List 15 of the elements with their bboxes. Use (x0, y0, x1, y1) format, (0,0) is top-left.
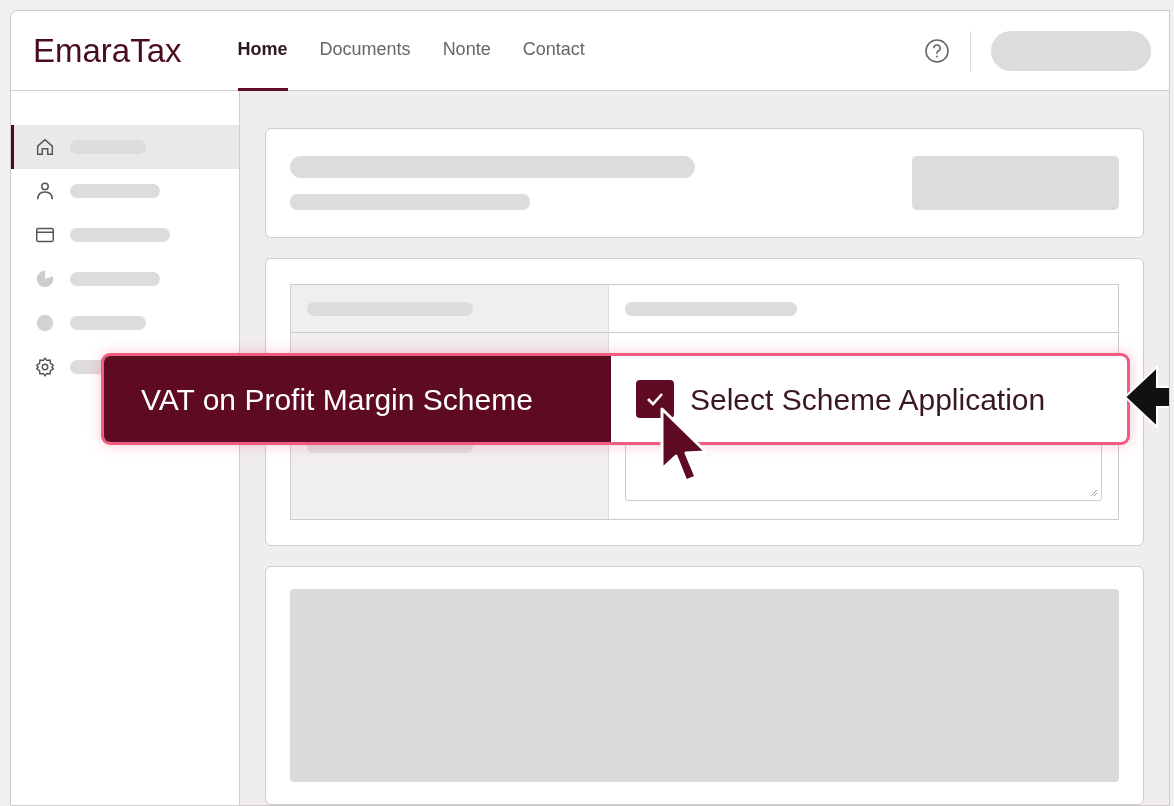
callout-title: VAT on Profit Margin Scheme (104, 356, 611, 442)
brand-logo: EmaraTax (33, 30, 182, 71)
home-icon (34, 136, 56, 158)
resize-grip-icon (1090, 489, 1098, 497)
nav-tab[interactable]: Nonte (442, 11, 491, 91)
checkbox-label: Select Scheme Application (690, 381, 1046, 418)
sidebar-item[interactable] (11, 125, 239, 169)
settings-icon (34, 356, 56, 378)
nav-tab[interactable]: Documents (319, 11, 411, 91)
help-icon[interactable] (924, 37, 950, 64)
person-icon (34, 180, 56, 202)
circle-icon (34, 312, 56, 334)
pie-chart-icon (34, 268, 56, 290)
checkbox[interactable] (636, 380, 674, 418)
nav-tab[interactable]: Contact (522, 11, 585, 91)
